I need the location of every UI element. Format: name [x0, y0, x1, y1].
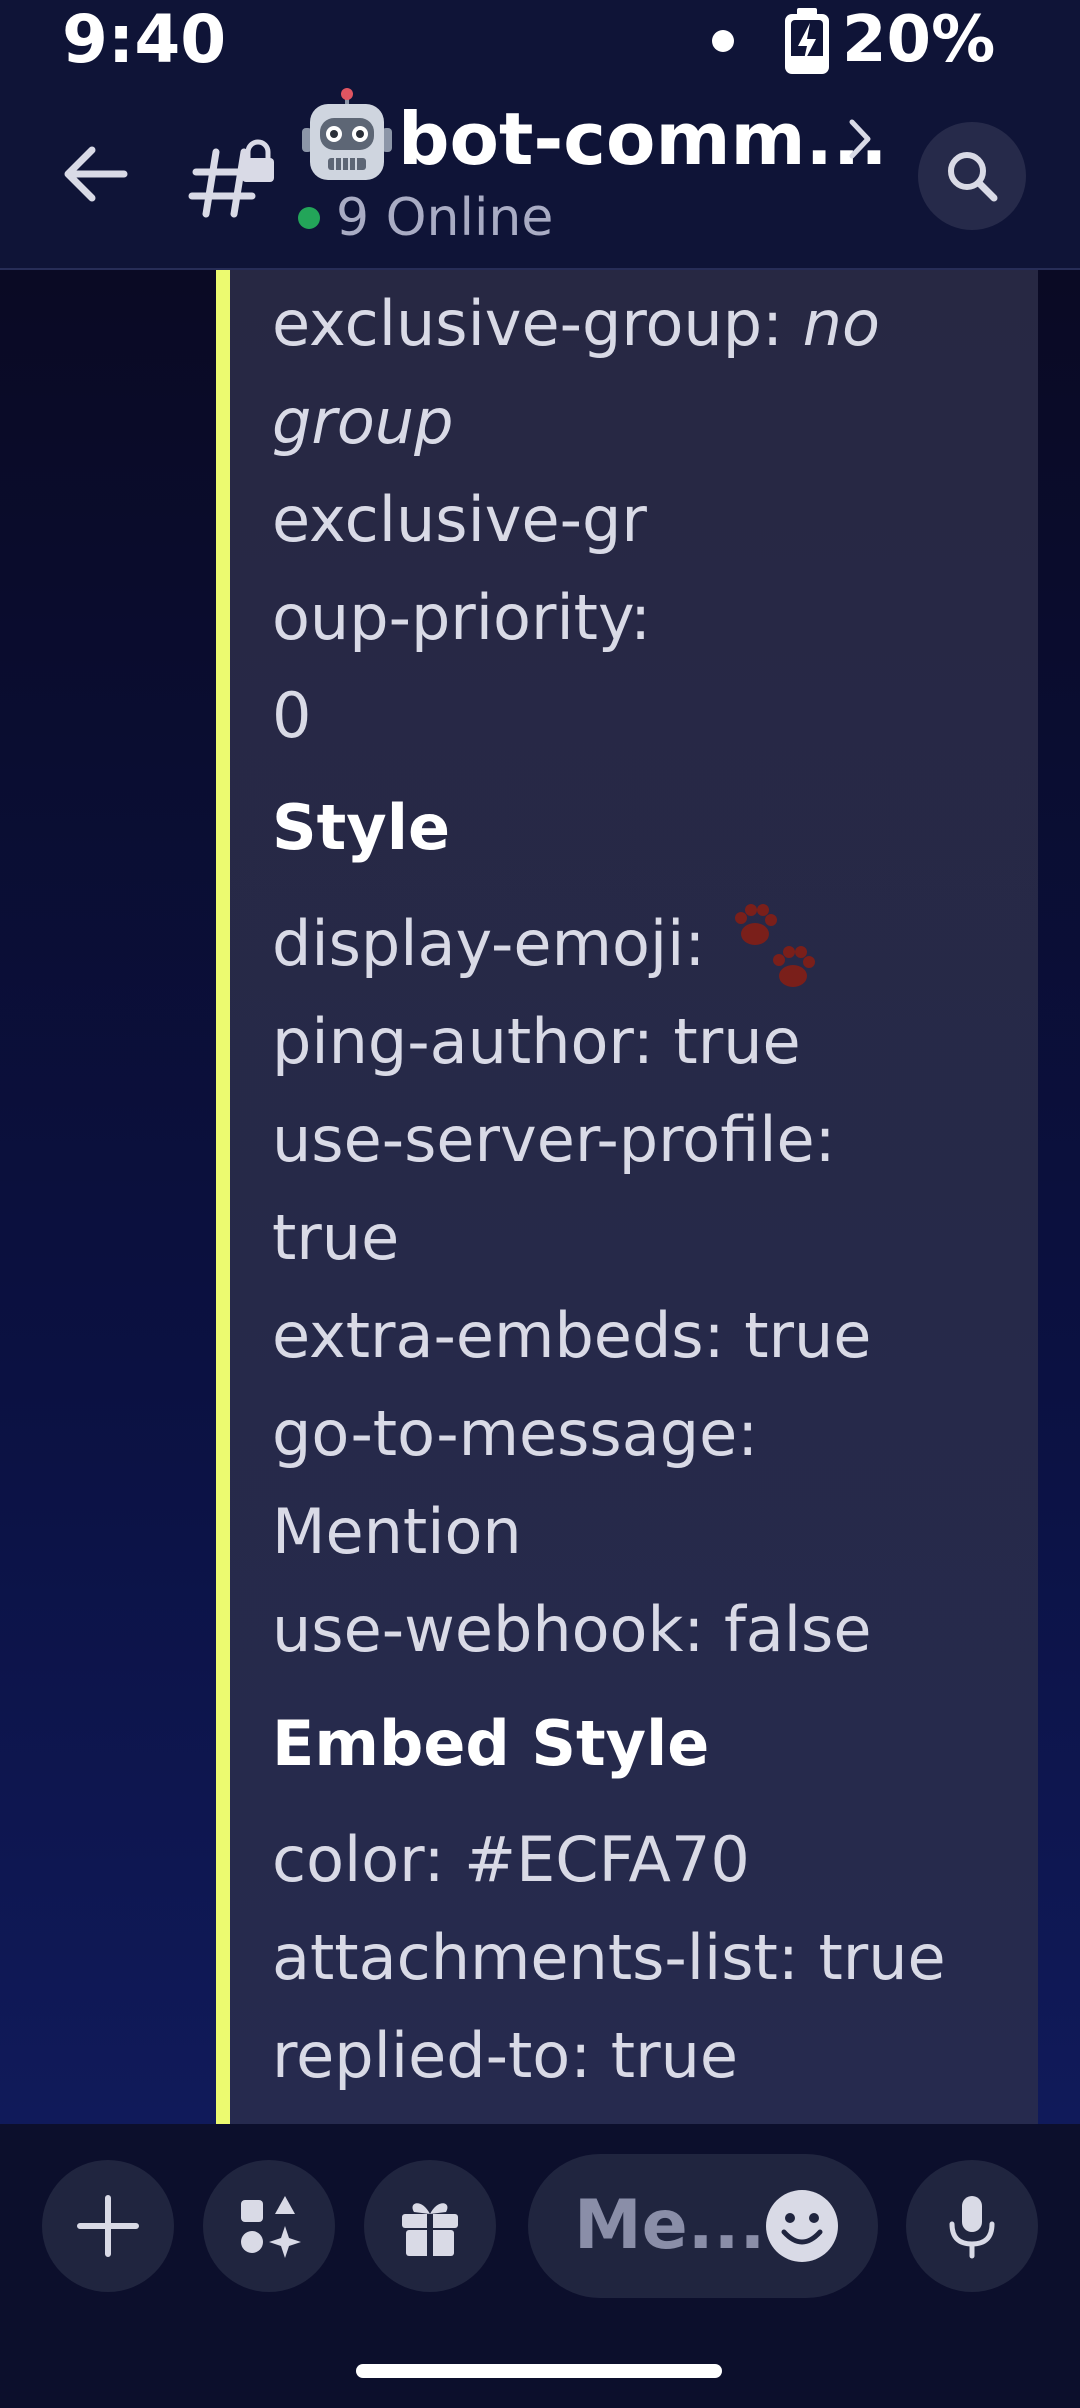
embed-field-replied-to: replied-to: true [272, 2019, 739, 2092]
embed-field-attachments-list: attachments-list: true [272, 1921, 946, 1994]
paw-prints-icon [734, 903, 815, 987]
embed-field-go-to-message-value: Mention [272, 1495, 522, 1568]
embed-field-go-to-message: go-to-message: [272, 1397, 759, 1470]
embed-field-extra-embeds: extra-embeds: true [272, 1299, 872, 1372]
status-bar: 9:40 20% [0, 0, 1080, 80]
battery-level: 20% [842, 3, 996, 77]
home-indicator[interactable] [356, 2364, 722, 2378]
search-icon [948, 152, 998, 202]
online-status-dot [298, 207, 320, 229]
embed-field-use-webhook: use-webhook: false [272, 1593, 872, 1666]
embed-field-ping-author: ping-author: true [272, 1005, 801, 1078]
apps-button[interactable] [203, 2160, 335, 2292]
message-input[interactable]: Me... [528, 2154, 878, 2298]
message-composer-bar: Me... [0, 2124, 1080, 2408]
robot-emoji-icon [302, 88, 392, 180]
battery-charging-icon [785, 8, 829, 74]
embed-field-exclusive-group-priority-2: oup-priority: [272, 581, 652, 654]
gift-icon [402, 2203, 458, 2256]
notification-dot-icon [712, 30, 734, 52]
channel-header: bot-comm... 9 Online [0, 80, 1080, 270]
locked-text-channel-icon [188, 139, 274, 218]
message-input-placeholder: Me... [574, 2186, 766, 2265]
embed-field-priority-value: 0 [272, 679, 312, 752]
online-count: 9 Online [336, 188, 554, 248]
emoji-picker-icon[interactable] [764, 2188, 840, 2264]
embed-field-color: color: #ECFA70 [272, 1823, 750, 1896]
embed-field-exclusive-group-cont: group [272, 385, 454, 458]
plus-icon [77, 2195, 139, 2257]
chevron-right-icon[interactable] [846, 116, 874, 162]
message-list[interactable]: exclusive-group: no group exclusive-gr o… [0, 270, 1080, 2124]
channel-name[interactable]: bot-comm... [398, 86, 888, 192]
search-button[interactable] [918, 122, 1026, 230]
apps-sparkle-icon [241, 2196, 301, 2258]
add-attachment-button[interactable] [42, 2160, 174, 2292]
embed-field-exclusive-group: exclusive-group: no [272, 287, 880, 360]
embed-section-style: Style [272, 791, 451, 864]
embed-field-use-server-profile: use-server-profile: [272, 1103, 836, 1176]
embed-field-display-emoji: display-emoji: [272, 894, 825, 994]
back-arrow-icon[interactable] [54, 132, 138, 216]
status-time: 9:40 [62, 1, 227, 78]
embed-section-embed-style: Embed Style [272, 1707, 710, 1780]
embed-field-exclusive-group-priority-1: exclusive-gr [272, 483, 647, 556]
microphone-icon [949, 2196, 995, 2259]
gift-button[interactable] [364, 2160, 496, 2292]
voice-message-button[interactable] [906, 2160, 1038, 2292]
embed-field-use-server-profile-value: true [272, 1201, 400, 1274]
